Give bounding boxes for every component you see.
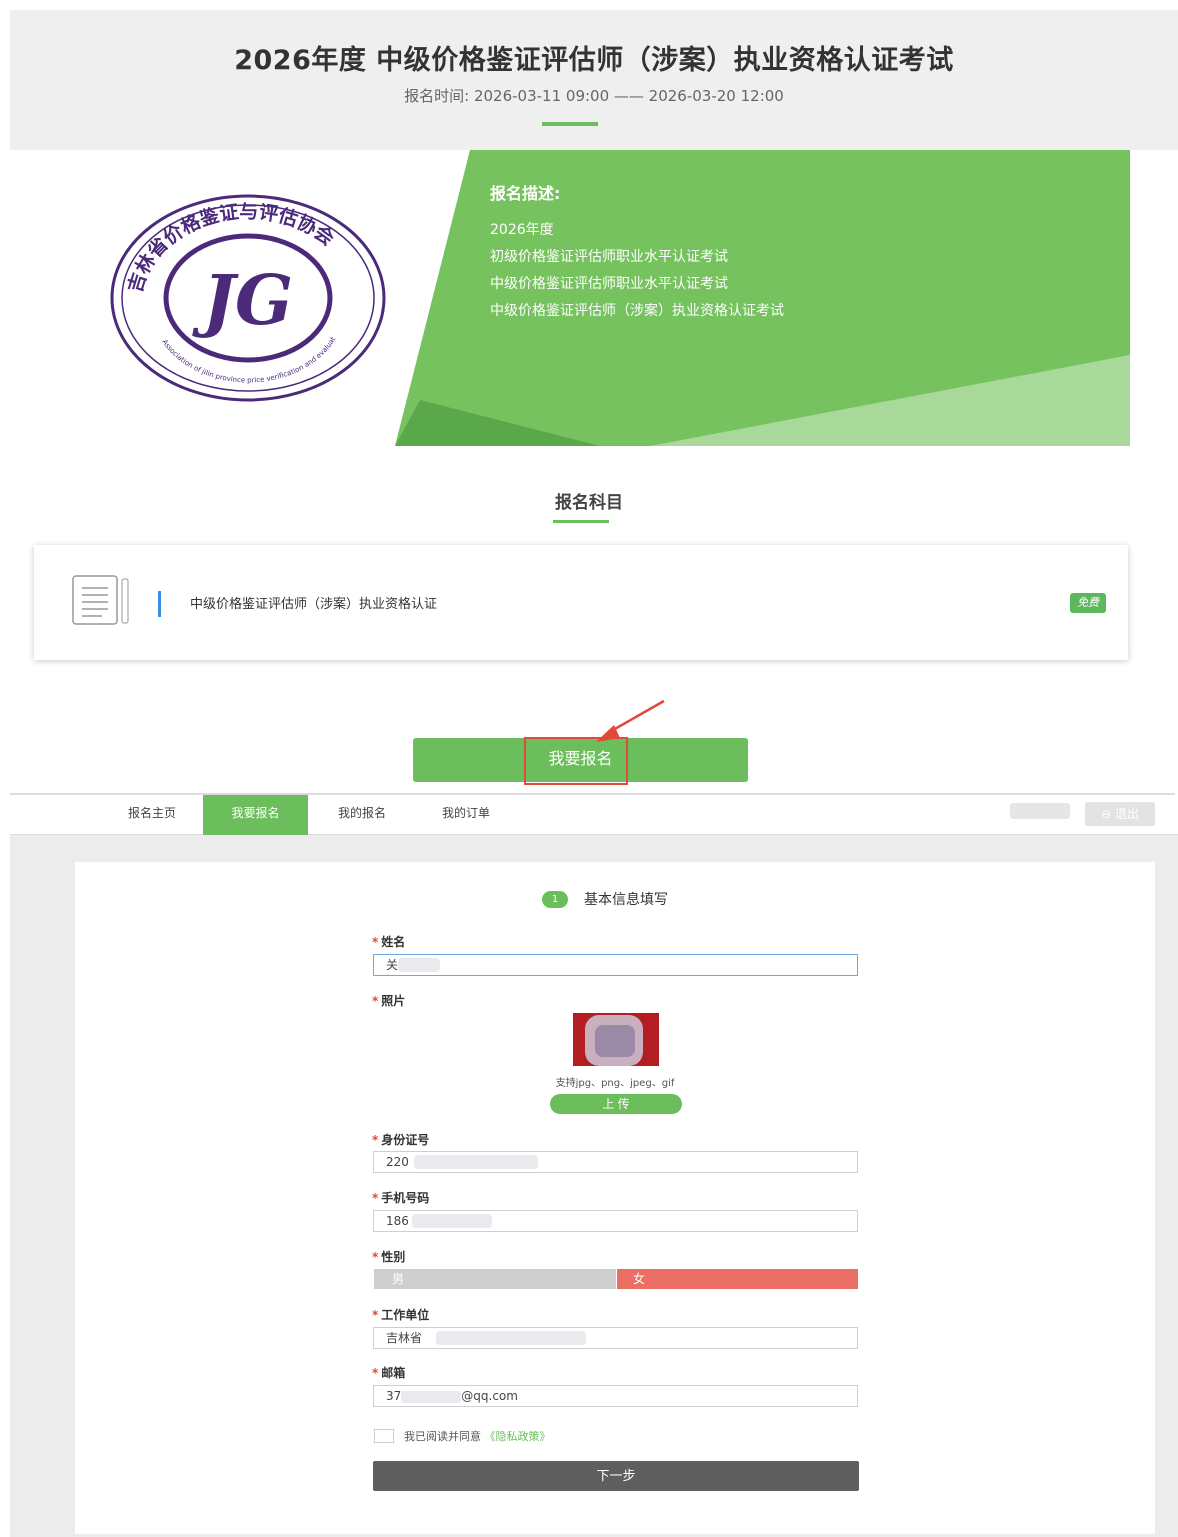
- subject-name: 中级价格鉴证评估师（涉案）执业资格认证: [190, 597, 438, 612]
- nav-register[interactable]: 我要报名: [203, 795, 308, 835]
- association-logo: 吉林省价格鉴证与评估协会 Association of jilin provin…: [108, 188, 386, 402]
- step-title: 基本信息填写: [584, 892, 668, 908]
- redacted-region: [412, 1214, 492, 1228]
- nav-my-orders[interactable]: 我的订单: [424, 795, 508, 835]
- subjects-underline: [553, 520, 609, 523]
- user-name-blurred: [1010, 803, 1070, 819]
- logo-mark: JG: [192, 261, 293, 341]
- next-step-button[interactable]: 下一步: [373, 1461, 859, 1491]
- exam-header: 2026年度 中级价格鉴证评估师（涉案）执业资格认证考试 报名时间: 2026-…: [10, 10, 1178, 446]
- exam-title: 2026年度 中级价格鉴证评估师（涉案）执业资格认证考试: [234, 45, 954, 76]
- title-underline: [542, 122, 598, 126]
- name-label: * 姓名: [372, 935, 406, 949]
- description-line: 初级价格鉴证评估师职业水平认证考试: [490, 249, 728, 265]
- privacy-policy-link[interactable]: 《隐私政策》: [485, 1430, 551, 1443]
- description-line: 中级价格鉴证评估师（涉案）执业资格认证考试: [490, 303, 784, 319]
- agree-text: 我已阅读并同意 《隐私政策》: [404, 1430, 551, 1443]
- redacted-region: [398, 958, 440, 972]
- subject-card[interactable]: 中级价格鉴证评估师（涉案）执业资格认证 免费: [34, 545, 1128, 660]
- description-heading: 报名描述:: [490, 184, 561, 203]
- agree-checkbox[interactable]: [374, 1429, 394, 1443]
- nav-my-registrations[interactable]: 我的报名: [320, 795, 404, 835]
- subjects-heading: 报名科目: [555, 493, 623, 513]
- gender-male-option[interactable]: 男: [374, 1269, 616, 1289]
- photo-preview: [573, 1013, 659, 1066]
- phone-label: * 手机号码: [372, 1191, 430, 1205]
- redacted-region: [414, 1155, 538, 1169]
- top-navbar: 报名主页 我要报名 我的报名 我的订单 ⊖ 退出: [10, 795, 1178, 835]
- nav-home[interactable]: 报名主页: [108, 795, 196, 835]
- free-badge: 免费: [1070, 593, 1106, 613]
- gender-label: * 性别: [372, 1250, 406, 1264]
- description-line: 中级价格鉴证评估师职业水平认证考试: [490, 276, 728, 292]
- email-input[interactable]: 37 @qq.com: [373, 1385, 858, 1407]
- redacted-region: [401, 1390, 462, 1403]
- document-icon: [72, 575, 129, 625]
- pointer-arrow-icon: [596, 699, 665, 742]
- registration-period: 报名时间: 2026-03-11 09:00 —— 2026-03-20 12:…: [404, 87, 784, 105]
- email-label: * 邮箱: [372, 1366, 406, 1380]
- name-input[interactable]: 关: [373, 954, 858, 976]
- subject-accent-bar: [158, 591, 161, 617]
- upload-button[interactable]: 上 传: [550, 1094, 682, 1114]
- gender-female-option[interactable]: 女: [617, 1269, 858, 1289]
- id-number-label: * 身份证号: [372, 1133, 430, 1147]
- work-unit-label: * 工作单位: [372, 1308, 430, 1322]
- logout-button[interactable]: ⊖ 退出: [1085, 802, 1155, 826]
- redacted-region: [436, 1331, 586, 1345]
- photo-format-hint: 支持jpg、png、jpeg、gif: [555, 1078, 675, 1089]
- description-line: 2026年度: [490, 222, 554, 238]
- exam-banner: 吉林省价格鉴证与评估协会 Association of jilin provin…: [10, 150, 1178, 446]
- photo-label: * 照片: [372, 994, 406, 1008]
- step-number-badge: 1: [542, 891, 568, 908]
